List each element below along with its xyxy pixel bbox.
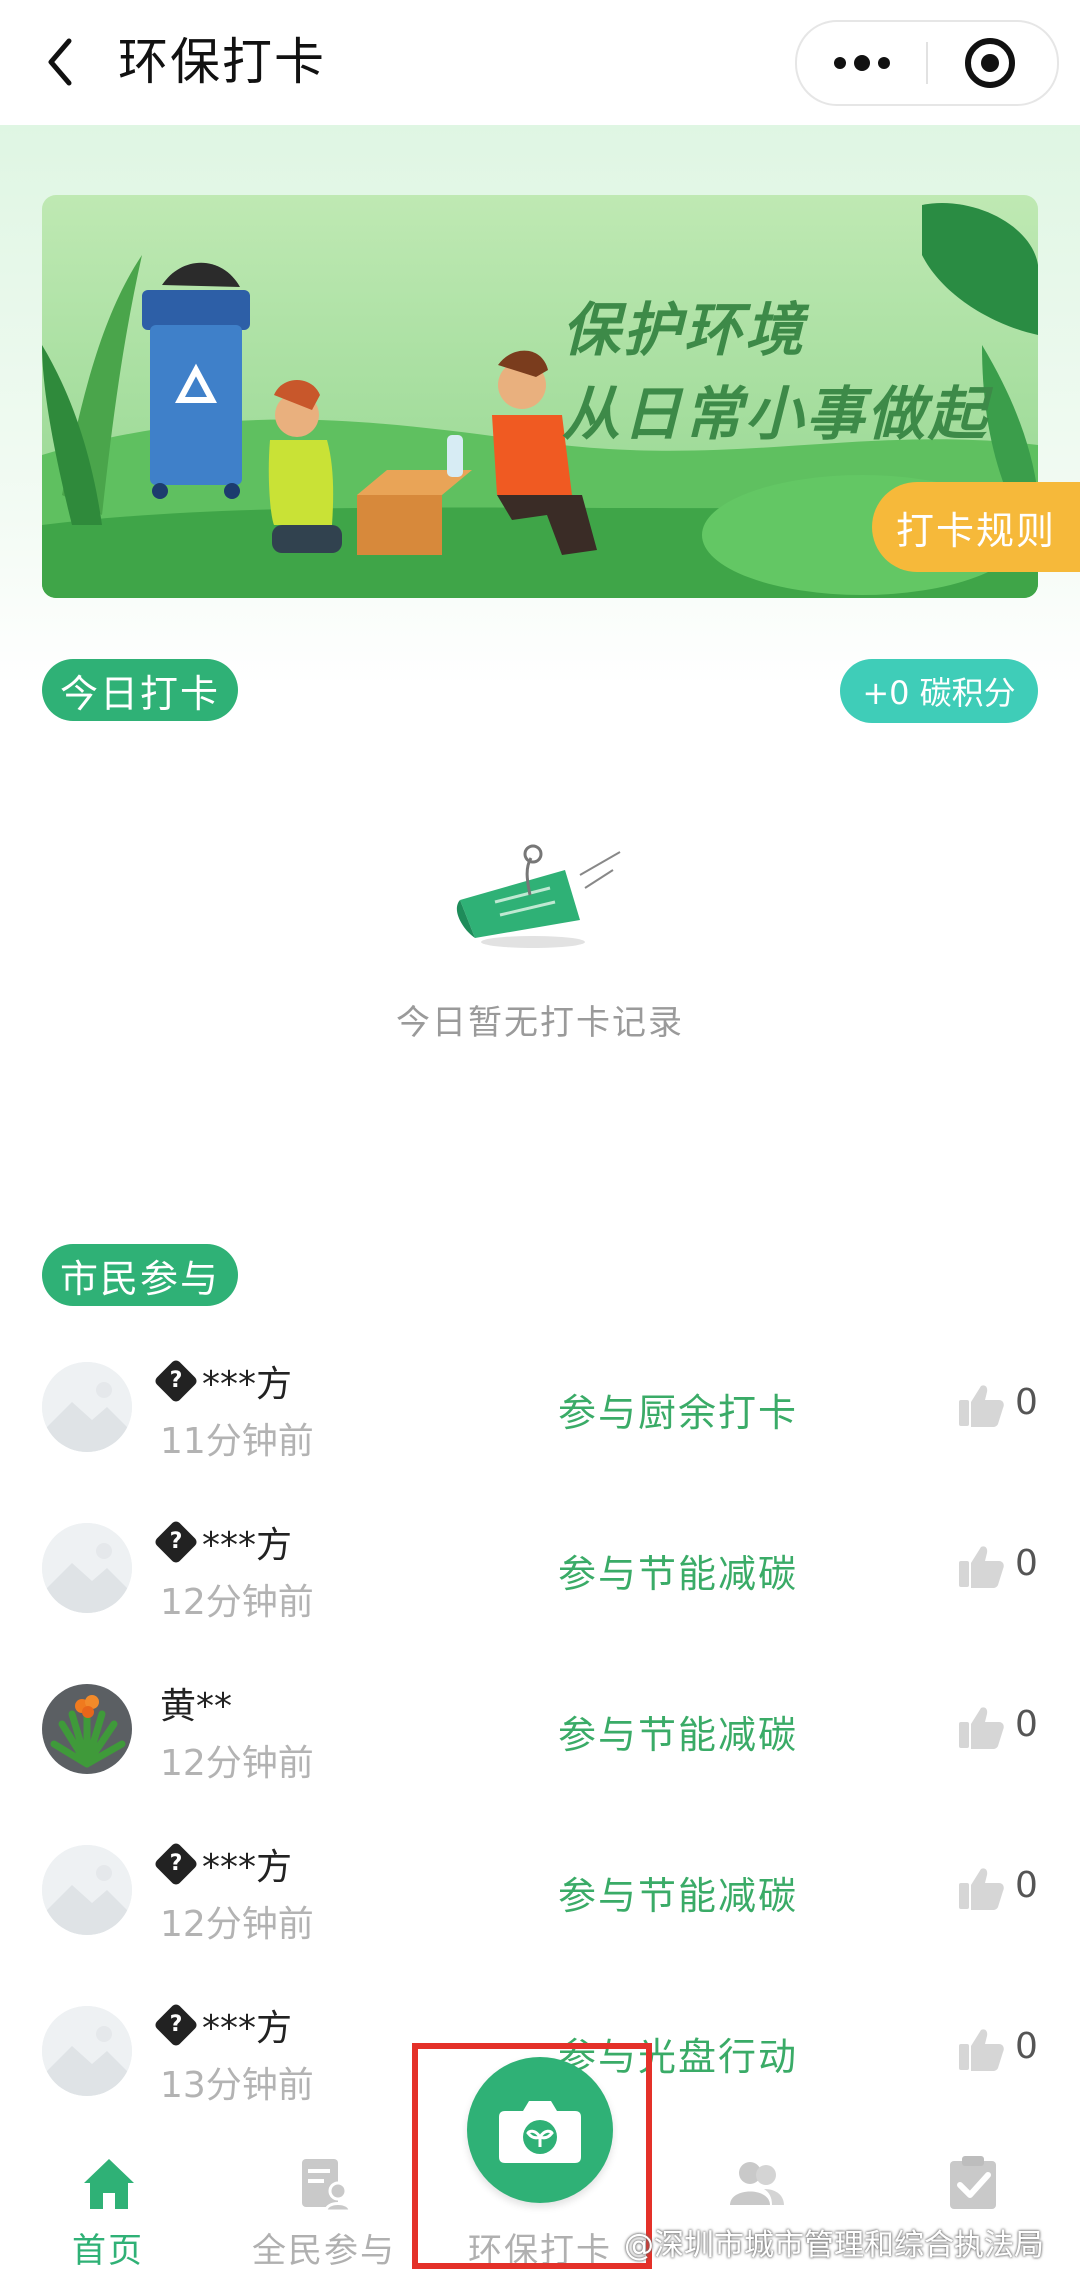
thumbs-up-icon[interactable] (955, 1380, 1005, 1430)
tab-label: 全民参与 (252, 2231, 396, 2271)
capsule-divider (926, 42, 928, 84)
participation-action: 参与厨余打卡 (558, 1391, 799, 1435)
time-ago: 12分钟前 (160, 1582, 314, 1623)
default-avatar-icon (42, 1523, 132, 1613)
default-avatar-icon (42, 1845, 132, 1935)
checkin-rules-button[interactable]: 打卡规则 (872, 482, 1080, 572)
time-ago: 12分钟前 (160, 1743, 314, 1784)
user-name: 黄** (160, 1686, 233, 1727)
mini-program-capsule (795, 20, 1059, 106)
chevron-left-icon (48, 38, 72, 86)
unknown-char-icon: ? (153, 1519, 199, 1565)
banner-headline-2: 从日常小事做起 (562, 380, 990, 448)
time-ago: 13分钟前 (160, 2065, 314, 2106)
citizen-participation-label: 市民参与 (42, 1244, 239, 1306)
like-count: 0 (1015, 1704, 1038, 1745)
list-item[interactable]: ? ***方 12分钟前 参与节能减碳 0 (0, 1813, 1080, 1974)
user-name: ? ***方 (153, 1516, 292, 1568)
avatar (42, 1362, 132, 1452)
home-icon (84, 2159, 134, 2209)
page-title: 环保打卡 (118, 33, 326, 91)
tab-label: 首页 (72, 2231, 144, 2271)
highlight-box (412, 2043, 652, 2269)
checklist-icon (950, 2156, 996, 2209)
participation-action: 参与节能减碳 (558, 1552, 799, 1596)
thumbs-up-icon[interactable] (955, 2024, 1005, 2074)
like-count: 0 (1015, 1382, 1038, 1423)
unknown-char-icon: ? (153, 1358, 199, 1404)
list-item[interactable]: ? ***方 12分钟前 参与节能减碳 0 (0, 1491, 1080, 1652)
user-name: ? ***方 (153, 1838, 292, 1890)
tab-participation[interactable]: 全民参与 (216, 2105, 432, 2271)
like-count: 0 (1015, 2026, 1038, 2067)
participation-icon (302, 2159, 352, 2213)
close-mini-program-button[interactable] (963, 36, 1017, 90)
participation-action: 参与节能减碳 (558, 1713, 799, 1757)
time-ago: 11分钟前 (160, 1421, 314, 1462)
top-nav-bar: 环保打卡 (0, 0, 1080, 125)
empty-record-illustration (456, 844, 621, 948)
time-ago: 12分钟前 (160, 1904, 314, 1945)
back-button[interactable] (30, 22, 90, 102)
thumbs-up-icon[interactable] (955, 1702, 1005, 1752)
avatar (42, 1523, 132, 1613)
unknown-char-icon: ? (153, 1841, 199, 1887)
default-avatar-icon (42, 2006, 132, 2096)
thumbs-up-icon[interactable] (955, 1541, 1005, 1591)
thumbs-up-icon[interactable] (955, 1863, 1005, 1913)
like-count: 0 (1015, 1543, 1038, 1584)
user-name: ? ***方 (153, 1355, 292, 1407)
today-checkin-label: 今日打卡 (42, 659, 239, 721)
watermark: @深圳市城市管理和综合执法局 (624, 2228, 1044, 2263)
banner-headline-1: 保护环境 (562, 296, 807, 364)
list-item[interactable]: 黄** 12分钟前 参与节能减碳 0 (0, 1652, 1080, 1813)
user-name: ? ***方 (153, 1999, 292, 2051)
more-dots-icon (834, 55, 890, 71)
plant-avatar-icon (42, 1684, 132, 1774)
participation-action: 参与节能减碳 (558, 1874, 799, 1918)
avatar (42, 2006, 132, 2096)
tab-home[interactable]: 首页 (0, 2105, 216, 2271)
target-icon (965, 38, 1015, 88)
group-icon (730, 2162, 784, 2205)
carbon-points-badge[interactable]: +0 碳积分 (840, 659, 1038, 723)
unknown-char-icon: ? (153, 2002, 199, 2048)
default-avatar-icon (42, 1362, 132, 1452)
empty-record-text: 今日暂无打卡记录 (396, 1003, 684, 1043)
avatar (42, 1684, 132, 1774)
like-count: 0 (1015, 1865, 1038, 1906)
more-options-button[interactable] (827, 42, 897, 84)
avatar (42, 1845, 132, 1935)
list-item[interactable]: ? ***方 11分钟前 参与厨余打卡 0 (0, 1330, 1080, 1491)
